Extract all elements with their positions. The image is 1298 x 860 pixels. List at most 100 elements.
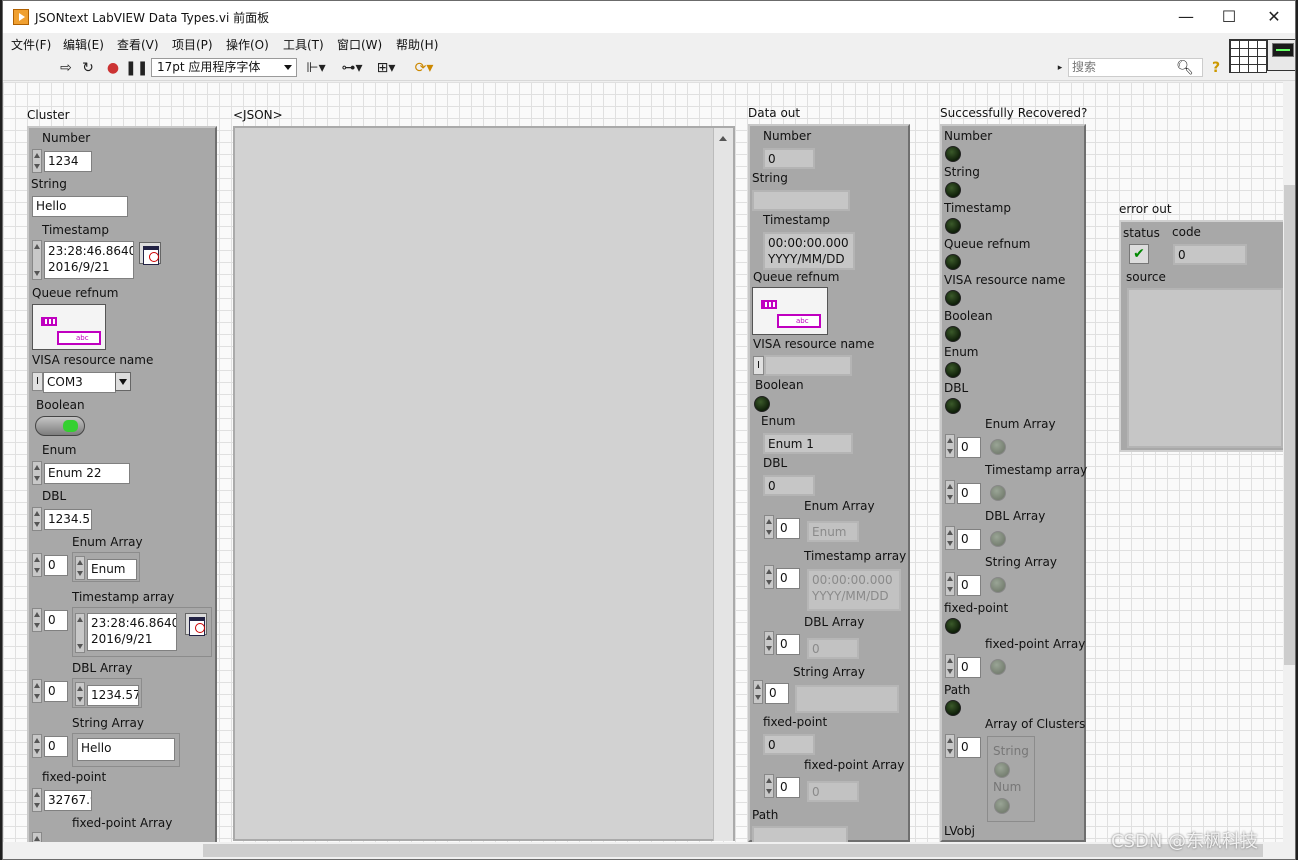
- visa-control[interactable]: COM3: [43, 372, 116, 393]
- rec-string-array-index-increment[interactable]: [945, 572, 955, 596]
- number-control[interactable]: 1234: [44, 151, 92, 172]
- out-enum-array-index-increment[interactable]: [764, 515, 774, 539]
- out-visa-label: VISA resource name: [753, 337, 875, 351]
- title-bar: JSONtext LabVIEW Data Types.vi 前面板 — ☐ ✕: [3, 1, 1295, 33]
- timestamp-array-element-increment[interactable]: [75, 613, 85, 653]
- rec-aoc-index[interactable]: 0: [957, 737, 981, 758]
- connector-pane-icon[interactable]: [1229, 39, 1267, 73]
- menu-edit[interactable]: 编辑(E): [63, 36, 104, 53]
- minimize-button[interactable]: —: [1163, 1, 1209, 33]
- out-enum-array-index[interactable]: 0: [776, 518, 800, 539]
- rec-timestamp-array-index[interactable]: 0: [957, 483, 981, 504]
- maximize-button[interactable]: ☐: [1206, 1, 1252, 33]
- menu-view[interactable]: 查看(V): [117, 36, 159, 53]
- fixed-point-array-index-increment[interactable]: [32, 832, 42, 842]
- rec-path-led: [945, 700, 961, 716]
- boolean-toggle[interactable]: [35, 416, 85, 436]
- help-icon[interactable]: ?: [1207, 59, 1225, 77]
- dbl-array-element-increment[interactable]: [75, 682, 85, 706]
- dbl-increment[interactable]: [32, 507, 42, 531]
- font-select[interactable]: 17pt 应用程序字体: [151, 58, 297, 77]
- enum-array-element-increment[interactable]: [75, 556, 85, 580]
- search-expander-icon[interactable]: ▸: [1055, 59, 1065, 77]
- rec-enum-array-index-increment[interactable]: [945, 434, 955, 458]
- enum-increment[interactable]: [32, 461, 42, 485]
- resize-objects-icon[interactable]: ⊞▾: [373, 59, 399, 77]
- dbl-control[interactable]: 1234.57: [44, 509, 92, 530]
- dbl-array-element[interactable]: 1234.57: [87, 685, 139, 706]
- out-timestamp-array-index[interactable]: 0: [776, 568, 800, 589]
- rec-timestamp-array-index-increment[interactable]: [945, 480, 955, 504]
- reorder-icon[interactable]: ⟳▾: [409, 59, 439, 77]
- align-objects-icon[interactable]: ⊩▾: [303, 59, 329, 77]
- horizontal-scrollbar[interactable]: [3, 842, 1295, 859]
- menu-project[interactable]: 项目(P): [172, 36, 213, 53]
- out-enum-array-element: Enum: [807, 521, 859, 542]
- run-continuously-icon[interactable]: ↻: [79, 59, 97, 77]
- rec-timestamp-led: [945, 218, 961, 234]
- enum-control[interactable]: Enum 22: [44, 463, 130, 484]
- close-button[interactable]: ✕: [1251, 1, 1295, 33]
- rec-fixed-point-array-index[interactable]: 0: [957, 657, 981, 678]
- menu-window[interactable]: 窗口(W): [337, 36, 382, 53]
- timestamp-control[interactable]: 23:28:46.86400 2016/9/21: [44, 241, 134, 279]
- timestamp-array-index-increment[interactable]: [32, 608, 42, 632]
- menu-operate[interactable]: 操作(O): [226, 36, 269, 53]
- queue-glyph-text: abc: [76, 334, 89, 342]
- rec-boolean-label: Boolean: [944, 309, 993, 323]
- out-timestamp-label: Timestamp: [763, 213, 830, 227]
- fixed-point-increment[interactable]: [32, 788, 42, 812]
- queue-refnum-label: Queue refnum: [32, 286, 119, 300]
- out-dbl-label: DBL: [763, 456, 788, 470]
- out-fixed-point-array-index[interactable]: 0: [776, 777, 800, 798]
- visa-dropdown-arrow[interactable]: [115, 372, 131, 391]
- rec-enum-array-index[interactable]: 0: [957, 437, 981, 458]
- run-icon[interactable]: ⇨: [57, 59, 75, 77]
- string-array-index-increment[interactable]: [32, 734, 42, 758]
- calendar-array-icon[interactable]: [185, 613, 207, 636]
- json-scrollbar[interactable]: [713, 128, 733, 841]
- enum-array-index[interactable]: 0: [44, 555, 68, 576]
- string-array-index[interactable]: 0: [44, 736, 68, 757]
- out-dbl-array-index-increment[interactable]: [764, 631, 774, 655]
- timestamp-increment[interactable]: [32, 240, 42, 280]
- enum-array-index-increment[interactable]: [32, 553, 42, 577]
- rec-dbl-array-led: [990, 531, 1006, 547]
- menu-file[interactable]: 文件(F): [11, 36, 51, 53]
- string-control[interactable]: Hello: [32, 196, 128, 217]
- dbl-array-index-increment[interactable]: [32, 679, 42, 703]
- rec-fixed-point-label: fixed-point: [944, 601, 1009, 615]
- abort-icon[interactable]: ●: [104, 59, 122, 77]
- calendar-icon[interactable]: [139, 242, 161, 265]
- json-string-indicator[interactable]: [233, 126, 735, 841]
- timestamp-array-element[interactable]: 23:28:46.86400 2016/9/21: [87, 613, 177, 651]
- timestamp-array-index[interactable]: 0: [44, 610, 68, 631]
- dbl-array-index[interactable]: 0: [44, 681, 68, 702]
- menu-help[interactable]: 帮助(H): [396, 36, 438, 53]
- enum-array-element[interactable]: Enum: [87, 559, 137, 580]
- pause-icon[interactable]: ❚❚: [125, 59, 148, 77]
- menu-tools[interactable]: 工具(T): [283, 36, 324, 53]
- source-indicator: [1127, 288, 1283, 448]
- vi-icon[interactable]: [1267, 39, 1295, 71]
- out-dbl-array-index[interactable]: 0: [776, 634, 800, 655]
- rec-fixed-point-array-index-increment[interactable]: [945, 654, 955, 678]
- rec-string-led: [945, 182, 961, 198]
- search-icon[interactable]: 🔍︎: [1176, 59, 1194, 77]
- out-path-indicator: [752, 826, 848, 842]
- rec-dbl-array-index[interactable]: 0: [957, 529, 981, 550]
- fixed-point-control[interactable]: 32767.9: [44, 790, 92, 811]
- distribute-objects-icon[interactable]: ⊶▾: [339, 59, 365, 77]
- rec-string-array-index[interactable]: 0: [957, 575, 981, 596]
- rec-dbl-array-index-increment[interactable]: [945, 526, 955, 550]
- out-string-array-index-increment[interactable]: [753, 680, 763, 704]
- rec-path-label: Path: [944, 683, 971, 697]
- out-queue-refnum-icon: abc: [752, 287, 828, 335]
- rec-aoc-index-increment[interactable]: [945, 734, 955, 758]
- vertical-scrollbar[interactable]: [1283, 82, 1295, 842]
- out-string-array-index[interactable]: 0: [765, 683, 789, 704]
- number-increment[interactable]: [32, 149, 42, 173]
- string-array-element[interactable]: Hello: [77, 738, 175, 761]
- out-timestamp-array-index-increment[interactable]: [764, 565, 774, 589]
- out-fixed-point-array-index-increment[interactable]: [764, 774, 774, 798]
